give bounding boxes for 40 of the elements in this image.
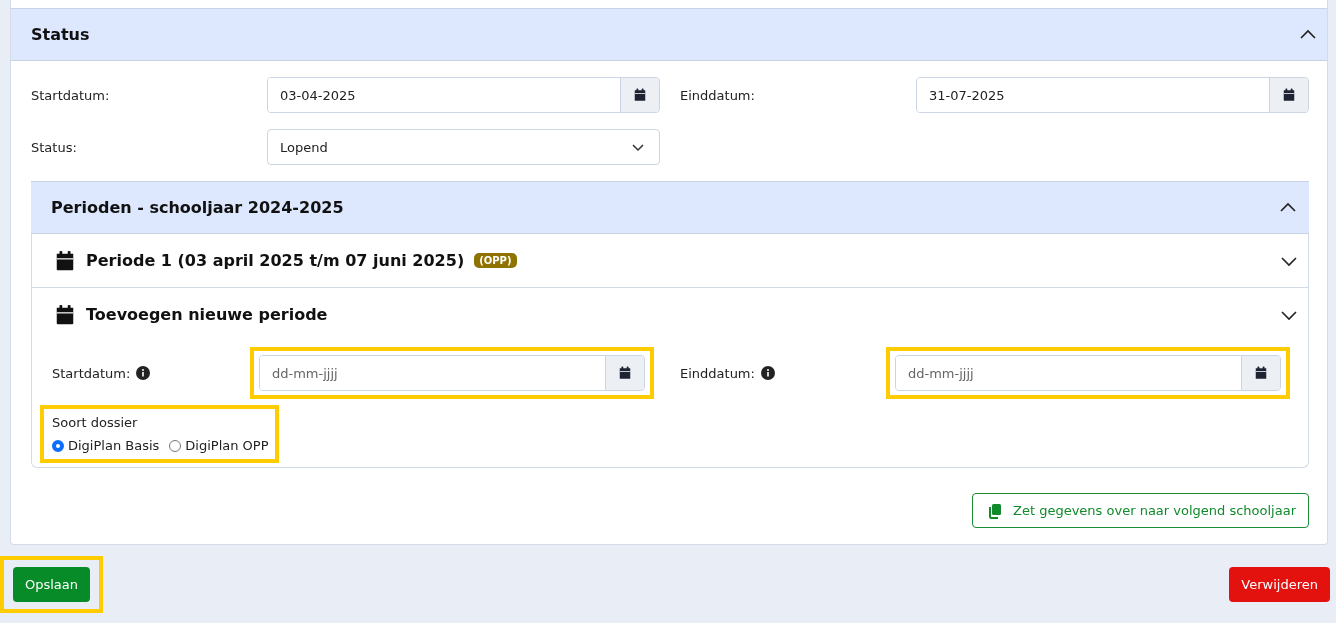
- info-icon: [760, 366, 775, 380]
- radio-option[interactable]: DigiPlan OPP: [169, 438, 269, 453]
- accordion-item-header[interactable]: Toevoegen nieuwe periode: [32, 288, 1308, 341]
- panel-header[interactable]: Perioden - schooljaar 2024-2025: [31, 181, 1309, 234]
- date-field[interactable]: 31-07-2025: [916, 77, 1309, 113]
- accordion-item-header[interactable]: Periode 1 (03 april 2025 t/m 07 juni 2025) (OPP): [32, 234, 1308, 287]
- calendar-button[interactable]: [605, 356, 644, 390]
- group-label: Soort dossier: [52, 415, 139, 430]
- status-dropdown[interactable]: Lopend: [267, 129, 660, 165]
- calendar-button[interactable]: [620, 78, 659, 112]
- field-label: Startdatum:: [31, 87, 111, 103]
- save-button[interactable]: Opslaan: [13, 567, 91, 602]
- period-title: Periode 1 (03 april 2025 t/m 07 juni 2025): [86, 251, 465, 270]
- field-label: Einddatum:: [680, 87, 756, 103]
- date-field[interactable]: 03-04-2025: [267, 77, 660, 113]
- panel-header[interactable]: Status: [11, 8, 1327, 61]
- field-label: Startdatum:: [52, 365, 131, 381]
- calendar-icon: [618, 366, 632, 380]
- panel-title: Perioden - schooljaar 2024-2025: [51, 198, 344, 217]
- radio-button[interactable]: [169, 439, 182, 452]
- transfer-button[interactable]: Zet gegevens over naar volgend schooljaar: [972, 493, 1309, 528]
- calendar-button[interactable]: [1269, 78, 1308, 112]
- radio-option[interactable]: DigiPlan Basis: [52, 438, 160, 453]
- info-icon: [136, 366, 151, 380]
- calendar-icon: [54, 249, 76, 272]
- delete-button[interactable]: Verwijderen: [1229, 567, 1330, 602]
- copy-icon: [987, 502, 1004, 519]
- date-field[interactable]: dd-mm-jjjj: [895, 355, 1281, 391]
- field-label: Einddatum:: [680, 365, 755, 381]
- period-title: Toevoegen nieuwe periode: [86, 305, 328, 324]
- calendar-icon: [633, 88, 647, 102]
- radio-button[interactable]: [52, 439, 64, 452]
- calendar-icon: [1254, 366, 1268, 380]
- calendar-icon: [1282, 88, 1296, 102]
- calendar-button[interactable]: [1241, 356, 1280, 390]
- date-field[interactable]: dd-mm-jjjj: [259, 355, 645, 391]
- panel-title: Status: [31, 25, 90, 44]
- type-badge: (OPP): [474, 253, 517, 268]
- field-label: Status:: [31, 139, 78, 155]
- calendar-icon: [54, 303, 76, 326]
